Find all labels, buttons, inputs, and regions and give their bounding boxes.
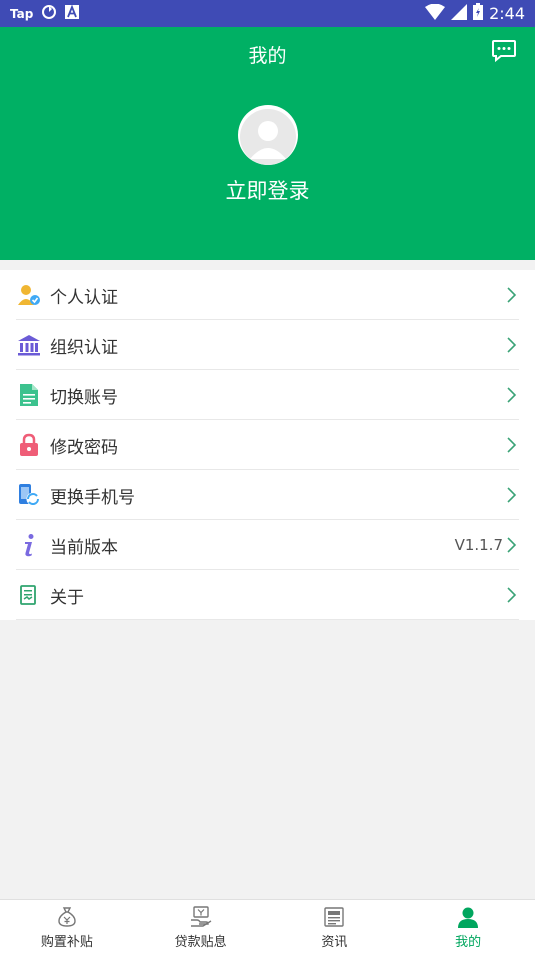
tab-news[interactable]: 资讯 <box>268 900 402 955</box>
login-link[interactable]: 立即登录 <box>0 175 535 205</box>
lock-icon <box>16 432 42 458</box>
tab-label: 购置补贴 <box>40 934 93 950</box>
chat-bubble-icon <box>491 39 517 67</box>
tab-mine[interactable]: 我的 <box>401 900 535 955</box>
page-title: 我的 <box>248 45 287 67</box>
menu-item-label: 当前版本 <box>50 537 118 558</box>
chevron-right-icon <box>507 587 519 603</box>
battery-icon <box>473 3 484 24</box>
document-icon <box>16 382 42 408</box>
hand-money-icon <box>189 905 213 928</box>
menu-item-label: 关于 <box>50 587 84 608</box>
status-time: 2:44 <box>489 4 525 23</box>
status-bar: Tap 2:44 <box>0 0 535 27</box>
tab-purchase-subsidy[interactable]: 购置补贴 <box>0 900 134 955</box>
menu-item-personal-auth[interactable]: 个人认证 <box>0 270 535 320</box>
about-note-icon <box>16 582 42 608</box>
menu-item-label: 修改密码 <box>50 437 118 458</box>
chevron-right-icon <box>507 287 519 303</box>
profile-header: 我的 立即登录 <box>0 27 535 260</box>
news-icon <box>322 906 346 928</box>
menu-item-label: 切换账号 <box>50 387 118 408</box>
avatar[interactable] <box>238 105 298 165</box>
chevron-right-icon <box>507 337 519 353</box>
status-app-label: Tap <box>10 6 34 21</box>
menu-item-label: 更换手机号 <box>50 487 135 508</box>
menu-item-switch-account[interactable]: 切换账号 <box>0 370 535 420</box>
tab-loan-interest[interactable]: 贷款贴息 <box>134 900 268 955</box>
chevron-right-icon <box>507 387 519 403</box>
bottom-tab-bar: 购置补贴 贷款贴息 资讯 我的 <box>0 899 535 955</box>
phone-refresh-icon <box>16 482 42 508</box>
signal-icon <box>451 3 468 24</box>
menu-item-change-password[interactable]: 修改密码 <box>0 420 535 470</box>
chevron-right-icon <box>507 487 519 503</box>
tab-label: 资讯 <box>321 934 348 950</box>
chevron-right-icon <box>507 537 519 553</box>
menu-item-change-phone[interactable]: 更换手机号 <box>0 470 535 520</box>
message-button[interactable] <box>491 40 517 66</box>
money-bag-icon <box>55 906 79 928</box>
bank-building-icon <box>16 332 42 358</box>
menu-item-label: 组织认证 <box>50 337 118 358</box>
chevron-right-icon <box>507 437 519 453</box>
person-verified-icon <box>16 282 42 308</box>
user-icon <box>456 906 480 928</box>
menu-item-label: 个人认证 <box>50 287 118 308</box>
default-avatar-icon <box>240 109 296 165</box>
menu-item-org-auth[interactable]: 组织认证 <box>0 320 535 370</box>
menu-item-current-version[interactable]: 当前版本 V1.1.7 <box>0 520 535 570</box>
tab-label: 我的 <box>455 934 482 950</box>
tab-label: 贷款贴息 <box>174 934 227 950</box>
sync-icon <box>41 4 57 24</box>
notification-a-icon <box>65 4 80 23</box>
wifi-icon <box>425 3 446 24</box>
menu-item-about[interactable]: 关于 <box>0 570 535 620</box>
version-value: V1.1.7 <box>454 536 503 554</box>
settings-menu: 个人认证 组织认证 切换账号 修改密码 更换手机号 当前版本 V1.1.7 关于 <box>0 270 535 620</box>
info-icon <box>16 532 42 558</box>
